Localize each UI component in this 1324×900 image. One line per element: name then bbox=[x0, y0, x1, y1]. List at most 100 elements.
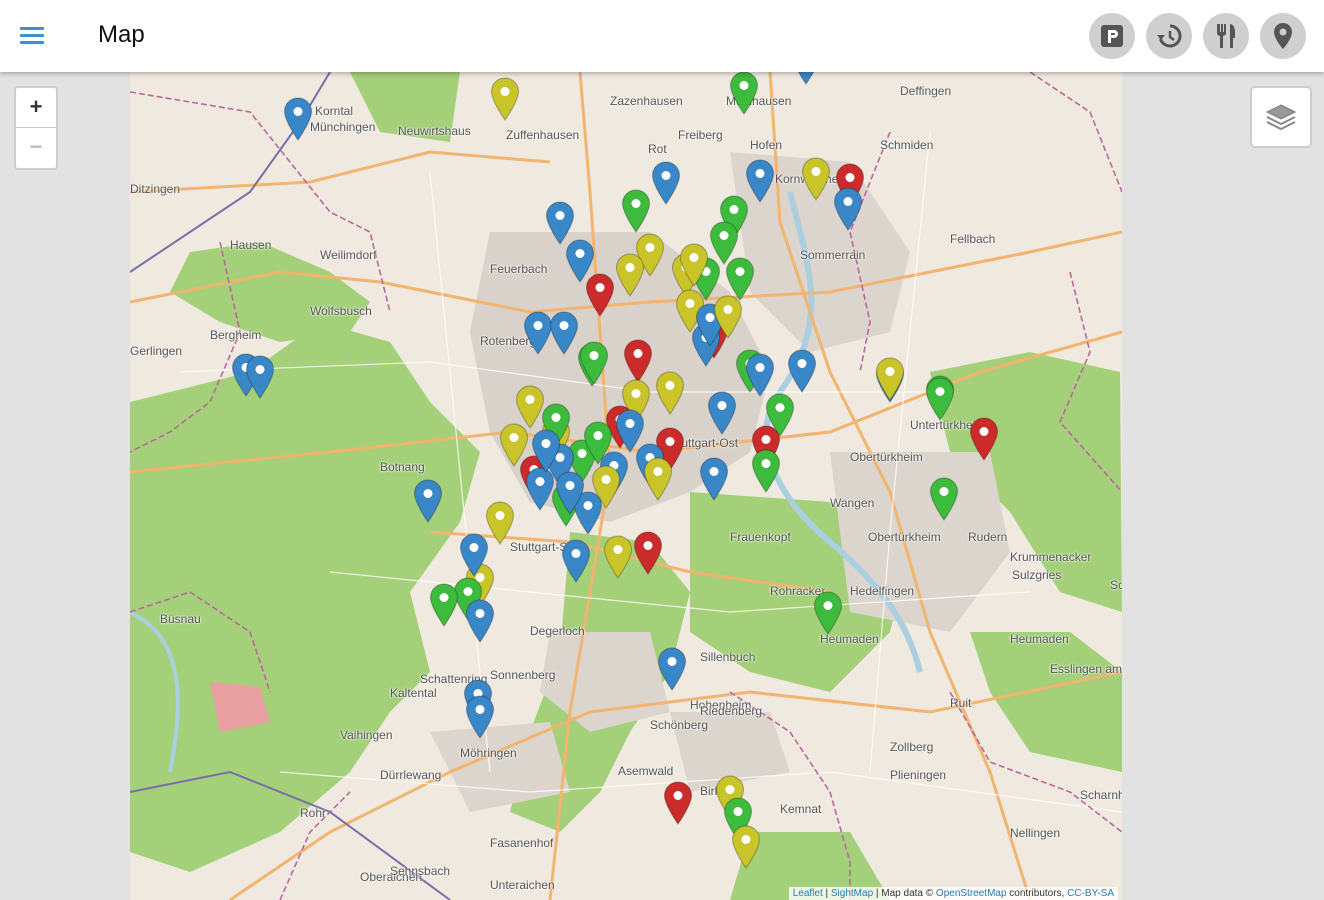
map-marker-blue[interactable] bbox=[706, 390, 738, 436]
leaflet-link[interactable]: Leaflet bbox=[793, 888, 823, 899]
place-label: Zuffenhausen bbox=[506, 128, 580, 142]
place-label: Vaihingen bbox=[340, 728, 393, 742]
place-label: Sulzgries bbox=[1012, 568, 1062, 582]
place-label: Rot bbox=[648, 142, 667, 156]
map-marker-blue[interactable] bbox=[464, 694, 496, 740]
place-label: Schmiden bbox=[880, 138, 934, 152]
map-marker-yellow[interactable] bbox=[498, 422, 530, 468]
map-data-text: | Map data © bbox=[873, 888, 936, 899]
history-button[interactable] bbox=[1146, 13, 1192, 59]
map-canvas[interactable]: Deffingen Zazenhausen Korntal Münchingen Neu… bbox=[130, 72, 1122, 900]
map-attribution: Leaflet | SightMap | Map data © OpenStre… bbox=[788, 887, 1118, 900]
restaurant-button[interactable] bbox=[1203, 13, 1249, 59]
place-label: Heumaden bbox=[1010, 632, 1069, 646]
parking-button[interactable] bbox=[1089, 13, 1135, 59]
map-marker-green[interactable] bbox=[582, 420, 614, 466]
map-marker-yellow[interactable] bbox=[730, 824, 762, 870]
map-marker-yellow[interactable] bbox=[602, 534, 634, 580]
place-label: Büsnau bbox=[160, 612, 201, 626]
place-label: Fasanenhof bbox=[490, 836, 554, 850]
place-label: Schönberg bbox=[650, 718, 709, 732]
parking-icon bbox=[1101, 25, 1123, 47]
map-marker-green[interactable] bbox=[928, 476, 960, 522]
place-label: Wangen bbox=[830, 496, 875, 510]
map-marker-yellow[interactable] bbox=[642, 456, 674, 502]
map-marker-blue[interactable] bbox=[614, 408, 646, 454]
place-label: Krummenacker bbox=[1010, 550, 1092, 564]
map-marker-blue[interactable] bbox=[244, 354, 276, 400]
place-label: Hausen bbox=[230, 238, 272, 252]
map-marker-green[interactable] bbox=[578, 340, 610, 386]
place-label: Fellbach bbox=[950, 232, 996, 246]
place-label: Hofen bbox=[750, 138, 783, 152]
map-marker-blue[interactable] bbox=[832, 186, 864, 232]
map-marker-green[interactable] bbox=[812, 590, 844, 636]
map-marker-blue[interactable] bbox=[530, 428, 562, 474]
map-marker-green[interactable] bbox=[428, 582, 460, 628]
zoom-in-button[interactable]: + bbox=[16, 88, 56, 128]
map-marker-blue[interactable] bbox=[790, 72, 822, 86]
map-marker-blue[interactable] bbox=[564, 238, 596, 284]
place-label: Rohr bbox=[300, 806, 327, 820]
place-label: Bergheim bbox=[210, 328, 262, 342]
location-pin-icon bbox=[1274, 23, 1292, 49]
contributors-text: contributors, bbox=[1006, 888, 1068, 899]
layers-button[interactable] bbox=[1250, 86, 1312, 148]
map-marker-blue[interactable] bbox=[560, 538, 592, 584]
map-marker-blue[interactable] bbox=[656, 646, 688, 692]
page-title: Map bbox=[98, 21, 145, 48]
map-marker-green[interactable] bbox=[750, 448, 782, 494]
map-marker-blue[interactable] bbox=[458, 532, 490, 578]
license-link[interactable]: CC-BY-SA bbox=[1067, 888, 1114, 899]
place-label: Feuerbach bbox=[490, 262, 548, 276]
map-marker-red[interactable] bbox=[968, 416, 1000, 462]
map-marker-yellow[interactable] bbox=[678, 242, 710, 288]
map-marker-blue[interactable] bbox=[650, 160, 682, 206]
map-marker-blue[interactable] bbox=[698, 456, 730, 502]
app-bar: Map bbox=[0, 0, 1324, 72]
place-label: Obertürkheim bbox=[850, 450, 923, 464]
menu-icon[interactable] bbox=[16, 20, 50, 54]
map-marker-blue[interactable] bbox=[548, 310, 580, 356]
place-label: Kaltental bbox=[390, 686, 437, 700]
map-marker-red[interactable] bbox=[662, 780, 694, 826]
map-marker-blue[interactable] bbox=[786, 348, 818, 394]
map-marker-green[interactable] bbox=[924, 376, 956, 422]
map-marker-blue[interactable] bbox=[282, 96, 314, 142]
map-marker-yellow[interactable] bbox=[489, 76, 521, 122]
restaurant-icon bbox=[1217, 24, 1235, 48]
place-label: Sommerrain bbox=[800, 248, 866, 262]
map-marker-yellow[interactable] bbox=[874, 356, 906, 402]
place-label: Obertürkheim bbox=[868, 530, 941, 544]
place-label: Sehnsbach bbox=[390, 864, 451, 878]
map-marker-yellow[interactable] bbox=[614, 252, 646, 298]
place-label: Rudern bbox=[968, 530, 1008, 544]
place-label: Gerlingen bbox=[130, 344, 183, 358]
place-label: Unteraichen bbox=[490, 878, 555, 892]
place-label: Botnang bbox=[380, 460, 425, 474]
map-marker-blue[interactable] bbox=[554, 470, 586, 516]
place-label: Sonnenberg bbox=[490, 668, 556, 682]
location-button[interactable] bbox=[1260, 13, 1306, 59]
place-label: Korntal bbox=[315, 104, 354, 118]
place-label: Ruit bbox=[950, 696, 972, 710]
history-icon bbox=[1157, 24, 1182, 48]
place-label: Deffingen bbox=[900, 84, 952, 98]
map-marker-yellow[interactable] bbox=[654, 370, 686, 416]
map-marker-green[interactable] bbox=[728, 72, 760, 116]
place-label: Wolfsbusch bbox=[310, 304, 372, 318]
place-label: Weilimdorf bbox=[320, 248, 377, 262]
map-marker-blue[interactable] bbox=[412, 478, 444, 524]
map-marker-green[interactable] bbox=[620, 188, 652, 234]
map-marker-blue[interactable] bbox=[464, 598, 496, 644]
sightmap-link[interactable]: SightMap bbox=[831, 888, 873, 899]
place-label: Freiberg bbox=[678, 128, 723, 142]
osm-link[interactable]: OpenStreetMap bbox=[936, 888, 1007, 899]
zoom-out-button[interactable]: − bbox=[16, 128, 56, 167]
map-marker-yellow[interactable] bbox=[800, 156, 832, 202]
place-label: Frauenkopf bbox=[730, 530, 791, 544]
place-label: Neuwirtshaus bbox=[398, 124, 471, 138]
map-marker-yellow[interactable] bbox=[712, 294, 744, 340]
zoom-control: + − bbox=[14, 86, 58, 170]
map-marker-red[interactable] bbox=[632, 530, 664, 576]
